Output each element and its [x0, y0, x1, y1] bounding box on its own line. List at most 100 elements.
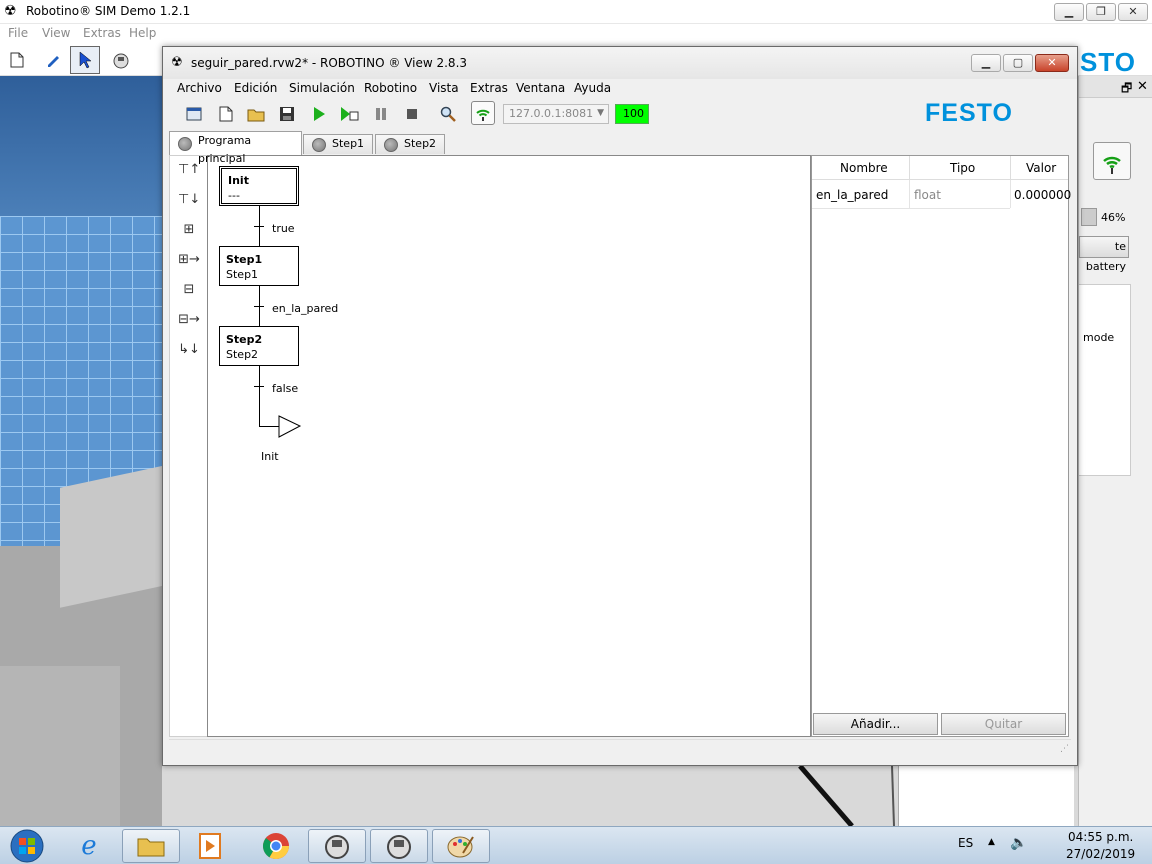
panel-float-icon[interactable]: 🗗	[1121, 79, 1132, 100]
sim-close-button[interactable]: ✕	[1118, 3, 1148, 21]
sim-menu-file[interactable]: File	[8, 26, 28, 40]
clock-date[interactable]: 27/02/2019	[1066, 847, 1135, 861]
rv-status-bar: ⋰	[169, 739, 1071, 759]
robotino-view-task-icon[interactable]	[370, 829, 428, 863]
language-indicator[interactable]: ES	[958, 836, 973, 850]
address-combobox[interactable]: 127.0.0.1:8081 ▼	[503, 104, 609, 124]
open-folder-icon[interactable]	[245, 103, 267, 125]
transition-bar[interactable]	[254, 386, 264, 387]
pause-icon[interactable]	[370, 103, 392, 125]
tab-step2[interactable]: Step2	[375, 134, 445, 154]
save-icon[interactable]	[276, 103, 298, 125]
mode-label: mode	[1083, 331, 1115, 344]
insert-branch-left-icon[interactable]: ⊞	[178, 222, 200, 242]
tab-step1[interactable]: Step1	[303, 134, 373, 154]
chrome-icon[interactable]	[256, 831, 296, 861]
menu-simulacion[interactable]: Simulación	[289, 79, 355, 97]
robot-app-icon: ☢	[4, 3, 17, 19]
step-name: Step1	[226, 253, 263, 266]
tab-label: Programa principal	[198, 134, 252, 165]
remove-variable-button[interactable]: Quitar	[941, 713, 1066, 735]
grafcet-canvas[interactable]: Init --- true Step1 Step1 en_la_pared St…	[207, 155, 811, 737]
pointer-tool-icon[interactable]	[70, 46, 100, 74]
rv-minimize-button[interactable]: ▁	[971, 54, 1001, 72]
transition-bar[interactable]	[254, 306, 264, 307]
menu-vista[interactable]: Vista	[429, 79, 459, 97]
window-list-icon[interactable]	[183, 103, 205, 125]
step-status-icon	[178, 137, 192, 151]
transition-condition[interactable]: en_la_pared	[272, 302, 338, 315]
paint-icon[interactable]	[432, 829, 490, 863]
menu-edicion[interactable]: Edición	[234, 79, 277, 97]
step-subtitle: Step1	[226, 268, 259, 281]
robotino-view-window: ☢ seguir_pared.rvw2* - ROBOTINO ® View 2…	[162, 46, 1078, 766]
var-type-cell[interactable]: float	[914, 188, 941, 202]
connector-line	[259, 366, 260, 426]
sim-restore-button[interactable]: ❐	[1086, 3, 1116, 21]
festo-logo: FESTO	[925, 99, 1013, 127]
insert-step-above-icon[interactable]: ⊤↑	[178, 162, 200, 182]
jump-line	[259, 426, 279, 427]
menu-ventana[interactable]: Ventana	[516, 79, 565, 97]
battery-button[interactable]: te battery	[1079, 236, 1129, 273]
robotino-sim-task-icon[interactable]	[308, 829, 366, 863]
wifi-status-icon[interactable]	[1093, 142, 1131, 180]
sim-window-title: Robotino® SIM Demo 1.2.1	[26, 4, 191, 18]
col-nombre[interactable]: Nombre	[840, 161, 888, 175]
tab-label: Step1	[332, 137, 365, 150]
start-button-icon[interactable]	[4, 828, 50, 864]
sim-menu-view[interactable]: View	[42, 26, 70, 40]
step-subtitle: Step2	[226, 348, 259, 361]
volume-icon[interactable]: 🔈	[1010, 835, 1027, 851]
new-document-icon[interactable]	[2, 46, 32, 74]
internet-explorer-icon[interactable]: e	[64, 829, 114, 863]
menu-robotino[interactable]: Robotino	[364, 79, 417, 97]
var-value-cell[interactable]: 0.000000	[1014, 188, 1071, 202]
resize-grip-icon[interactable]: ⋰	[1060, 744, 1069, 754]
insert-step-below-icon[interactable]: ⊤↓	[178, 192, 200, 212]
sim-right-panel: 🗗 ✕ 46% te battery mode	[1078, 76, 1152, 826]
sim-minimize-button[interactable]: ▁	[1054, 3, 1084, 21]
step-play-icon[interactable]	[338, 103, 360, 125]
robot-icon[interactable]	[106, 46, 136, 74]
transition-condition[interactable]: false	[272, 382, 298, 395]
var-name-cell[interactable]: en_la_pared	[816, 188, 888, 202]
jump-target-label: Init	[261, 450, 279, 463]
play-icon[interactable]	[308, 103, 330, 125]
step-step2[interactable]: Step2 Step2	[219, 326, 299, 366]
sim-menu-extras[interactable]: Extras	[83, 26, 121, 40]
connect-wifi-icon[interactable]	[471, 101, 495, 125]
panel-close-icon[interactable]: ✕	[1137, 79, 1148, 94]
insert-parallel-left-icon[interactable]: ⊟	[178, 282, 200, 302]
show-hidden-icons-icon[interactable]: ▲	[988, 837, 995, 847]
transition-bar[interactable]	[254, 226, 264, 227]
step-name: Step2	[226, 333, 263, 346]
clock-time[interactable]: 04:55 p.m.	[1068, 830, 1133, 844]
media-player-icon[interactable]	[190, 831, 230, 861]
pen-tool-icon[interactable]	[38, 46, 68, 74]
insert-parallel-right-icon[interactable]: ⊟→	[178, 312, 200, 332]
file-explorer-icon[interactable]	[122, 829, 180, 863]
insert-branch-right-icon[interactable]: ⊞→	[178, 252, 200, 272]
search-icon[interactable]	[437, 103, 459, 125]
rv-close-button[interactable]: ✕	[1035, 54, 1069, 72]
jump-arrow-icon[interactable]	[278, 415, 302, 439]
menu-extras[interactable]: Extras	[470, 79, 508, 97]
tab-programa-principal[interactable]: Programa principal	[169, 131, 302, 165]
rv-toolbar: 127.0.0.1:8081 ▼ 100 FESTO	[163, 99, 1077, 127]
col-valor[interactable]: Valor	[1026, 161, 1056, 175]
menu-archivo[interactable]: Archivo	[177, 79, 222, 97]
step-subtitle: ---	[228, 189, 240, 202]
step-step1[interactable]: Step1 Step1	[219, 246, 299, 286]
simulation-3d-view[interactable]	[0, 76, 170, 826]
col-tipo[interactable]: Tipo	[950, 161, 975, 175]
stop-icon[interactable]	[401, 103, 423, 125]
rv-maximize-button[interactable]: ▢	[1003, 54, 1033, 72]
new-file-icon[interactable]	[215, 103, 237, 125]
insert-jump-icon[interactable]: ↳↓	[178, 342, 200, 362]
sim-menu-help[interactable]: Help	[129, 26, 156, 40]
step-init[interactable]: Init ---	[219, 166, 299, 206]
add-variable-button[interactable]: Añadir...	[813, 713, 938, 735]
transition-condition[interactable]: true	[272, 222, 295, 235]
menu-ayuda[interactable]: Ayuda	[574, 79, 611, 97]
